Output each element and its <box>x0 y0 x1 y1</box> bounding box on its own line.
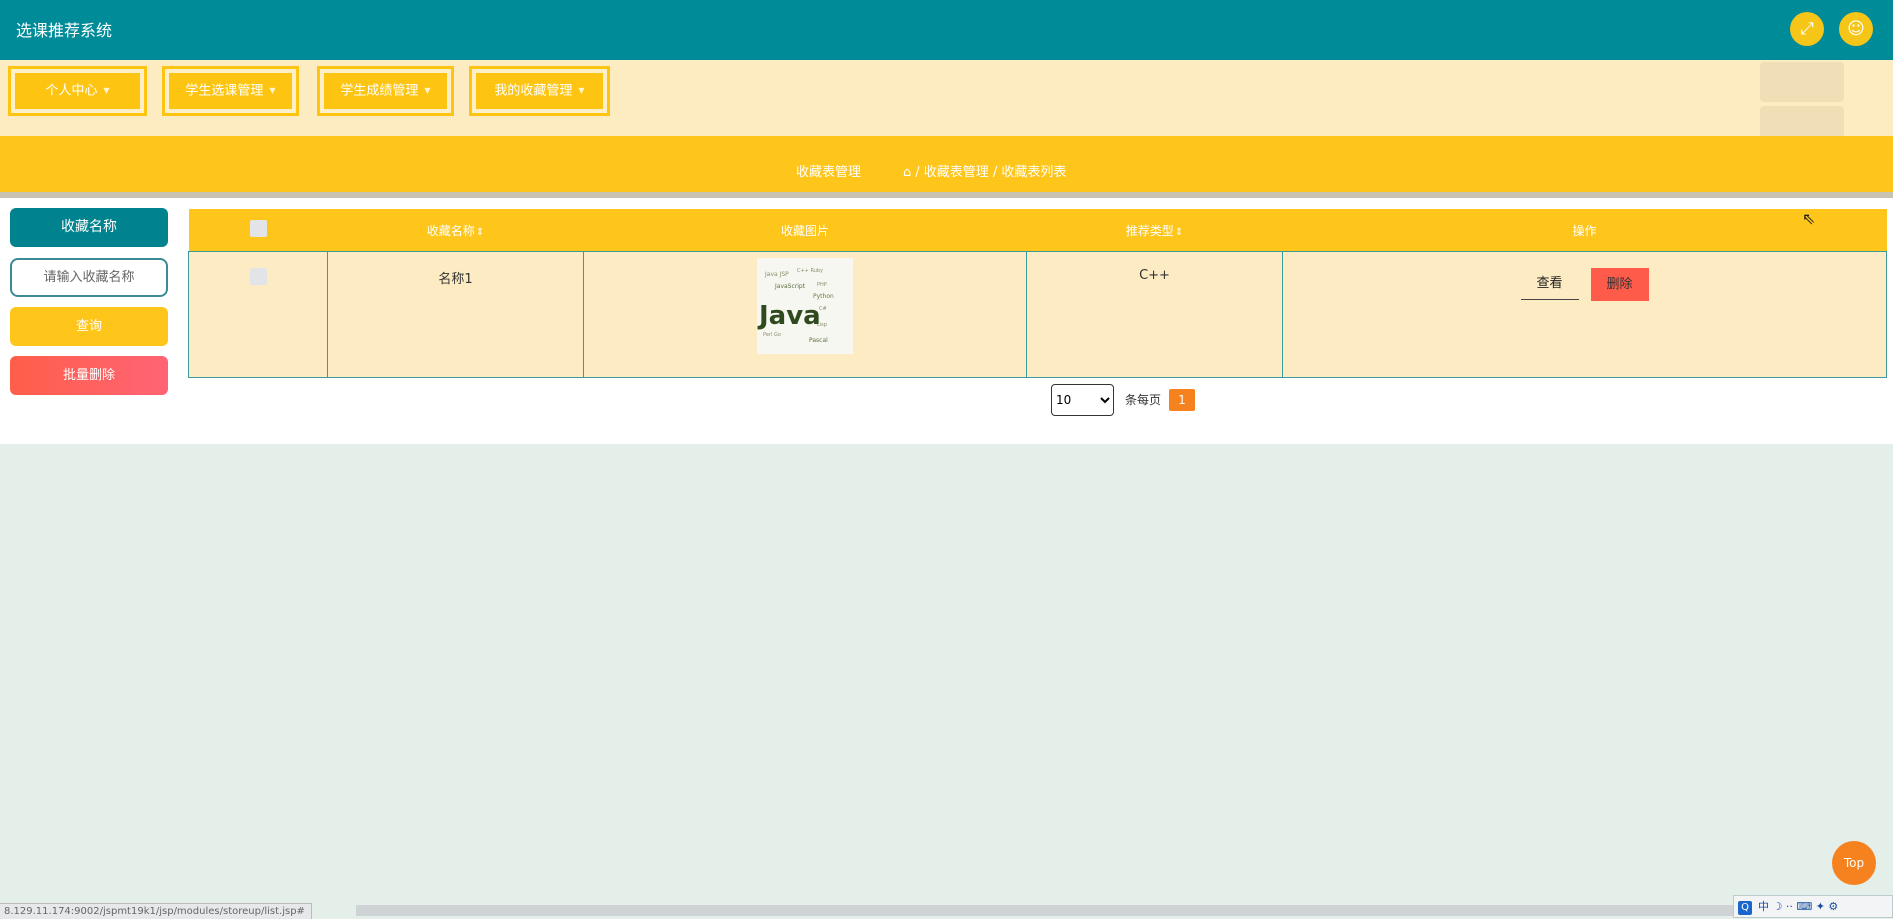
ime-mode[interactable]: 中 <box>1758 900 1769 913</box>
search-input[interactable] <box>10 258 168 297</box>
query-button[interactable]: 查询 <box>10 307 168 346</box>
system-tray: Q中 ☽ ·· ⌨ ✦ ⚙ <box>1733 895 1893 918</box>
scroll-to-top-button[interactable]: Top <box>1832 841 1876 885</box>
nav-item-label: 我的收藏管理 <box>494 83 573 99</box>
svg-text:Python: Python <box>813 293 834 300</box>
user-avatar-icon[interactable]: ☺ <box>1839 12 1873 46</box>
home-icon[interactable]: ⌂ <box>903 165 911 180</box>
ime-logo-icon[interactable]: Q <box>1738 901 1752 915</box>
per-page-label: 条每页 <box>1125 393 1162 407</box>
breadcrumb-path: / 收藏表管理 / 收藏表列表 <box>915 165 1067 180</box>
svg-text:Pascal: Pascal <box>809 337 828 344</box>
header-actions: 操作 <box>1282 209 1887 252</box>
nav-menubar: 个人中心 ▼ 学生选课管理 ▼ 学生成绩管理 ▼ 我的收藏管理 ▼ <box>0 60 1893 136</box>
horizontal-scrollbar[interactable] <box>356 905 1736 916</box>
svg-text:C++ Ruby: C++ Ruby <box>797 268 823 274</box>
table-row: 名称1 Java JSP C++ Ruby JavaScript PHP Pyt… <box>188 251 1887 378</box>
header-select-all[interactable] <box>188 209 328 252</box>
batch-delete-button[interactable]: 批量删除 <box>10 356 168 395</box>
delete-button[interactable]: 删除 <box>1590 268 1649 301</box>
page-size-select[interactable]: 10 <box>1051 384 1114 416</box>
breadcrumb: ⌂ / 收藏表管理 / 收藏表列表 <box>903 161 1066 180</box>
caret-down-icon: ▼ <box>424 86 431 95</box>
row-checkbox[interactable] <box>249 268 267 285</box>
header-actions-label: 操作 <box>1572 223 1597 238</box>
app-title: 选课推荐系统 <box>16 21 113 40</box>
header-type-label: 推荐类型 <box>1125 223 1174 238</box>
header-type[interactable]: 推荐类型⇕ <box>1026 209 1283 252</box>
row-actions: 查看 删除 <box>1282 251 1887 378</box>
caret-down-icon: ▼ <box>269 86 276 95</box>
view-button[interactable]: 查看 <box>1520 268 1579 300</box>
nav-item-favorites[interactable]: 我的收藏管理 ▼ <box>469 66 610 116</box>
svg-text:Perl Go: Perl Go <box>763 332 781 338</box>
breadcrumb-title: 收藏表管理 <box>796 165 862 180</box>
nav-item-grades[interactable]: 学生成绩管理 ▼ <box>317 66 454 116</box>
search-label: 收藏名称 <box>10 208 168 247</box>
overlay-ghost <box>1760 62 1844 102</box>
image-word: Java <box>757 301 821 331</box>
header-name[interactable]: 收藏名称⇕ <box>327 209 584 252</box>
page-number-current[interactable]: 1 <box>1169 389 1195 411</box>
header-image: 收藏图片 <box>583 209 1027 252</box>
row-type: C++ <box>1026 251 1283 378</box>
svg-text:Java JSP: Java JSP <box>764 271 789 278</box>
breadcrumb-bar: 收藏表管理 ⌂ / 收藏表管理 / 收藏表列表 <box>0 136 1893 192</box>
caret-down-icon: ▼ <box>103 86 110 95</box>
nav-item-course-selection[interactable]: 学生选课管理 ▼ <box>162 66 299 116</box>
svg-text:PHP: PHP <box>817 282 827 288</box>
nav-item-label: 个人中心 <box>45 83 98 99</box>
caret-down-icon: ▼ <box>578 86 585 95</box>
mouse-cursor-icon: ⇖ <box>1802 209 1816 228</box>
top-header: 选课推荐系统 ⤢ ☺ <box>0 0 1893 60</box>
sort-icon[interactable]: ⇕ <box>1175 227 1183 238</box>
status-bar-url: 8.129.11.174:9002/jspmt19k1/jsp/modules/… <box>0 903 312 919</box>
fullscreen-icon[interactable]: ⤢ <box>1790 12 1824 46</box>
nav-item-personal-center[interactable]: 个人中心 ▼ <box>8 66 147 116</box>
nav-item-label: 学生选课管理 <box>185 83 264 99</box>
header-name-label: 收藏名称 <box>426 223 475 238</box>
sort-icon[interactable]: ⇕ <box>476 227 484 238</box>
table-header-row: 收藏名称⇕ 收藏图片 推荐类型⇕ 操作 <box>188 209 1887 252</box>
row-select-cell <box>188 251 328 378</box>
row-name: 名称1 <box>327 251 584 378</box>
main-content: 收藏名称 查询 批量删除 收藏名称⇕ 收藏图片 推荐类型⇕ 操作 名称1 <box>0 198 1893 444</box>
select-all-checkbox[interactable] <box>249 220 267 237</box>
row-image-cell: Java JSP C++ Ruby JavaScript PHP Python … <box>583 251 1027 378</box>
svg-text:JavaScript: JavaScript <box>774 283 806 290</box>
favorites-table: 收藏名称⇕ 收藏图片 推荐类型⇕ 操作 名称1 Java JSP C++ Rub… <box>188 209 1887 378</box>
header-image-label: 收藏图片 <box>780 223 829 238</box>
java-word-cloud-image[interactable]: Java JSP C++ Ruby JavaScript PHP Python … <box>757 258 853 354</box>
nav-item-label: 学生成绩管理 <box>340 83 419 99</box>
